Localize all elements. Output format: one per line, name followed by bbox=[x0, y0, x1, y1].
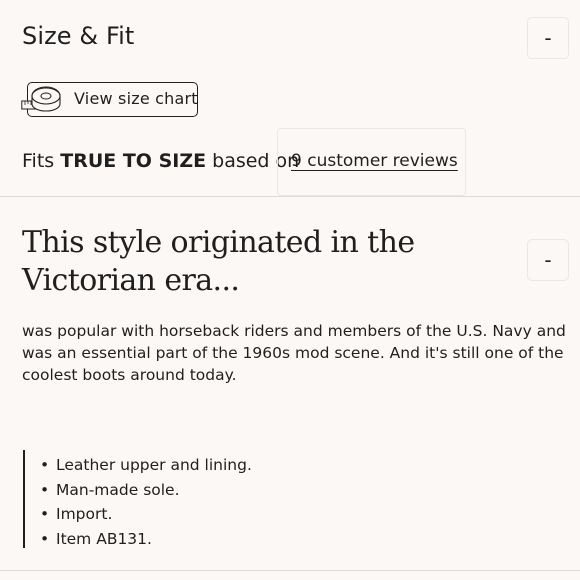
feature-item: Import. bbox=[40, 502, 252, 527]
style-description: was popular with horseback riders and me… bbox=[22, 322, 566, 384]
fit-summary: Fits TRUE TO SIZE based on bbox=[22, 150, 299, 172]
measuring-tape-icon bbox=[21, 86, 61, 112]
customer-reviews-link[interactable]: 9 customer reviews bbox=[291, 151, 458, 171]
size-fit-collapse-button[interactable]: - bbox=[527, 17, 569, 59]
bottom-divider bbox=[0, 570, 580, 571]
style-heading: This style originated in the Victorian e… bbox=[22, 225, 415, 298]
fit-value: TRUE TO SIZE bbox=[60, 150, 207, 172]
features-list: Leather upper and lining. Man-made sole.… bbox=[40, 453, 252, 551]
feature-item: Man-made sole. bbox=[40, 478, 252, 503]
features-accent-bar bbox=[23, 450, 25, 548]
view-size-chart-label: View size chart bbox=[74, 89, 198, 108]
feature-item: Item AB131. bbox=[40, 527, 252, 552]
style-collapse-button[interactable]: - bbox=[527, 239, 569, 281]
size-fit-title: Size & Fit bbox=[22, 22, 135, 50]
section-divider bbox=[0, 196, 580, 197]
fit-prefix: Fits bbox=[22, 150, 55, 172]
feature-item: Leather upper and lining. bbox=[40, 453, 252, 478]
